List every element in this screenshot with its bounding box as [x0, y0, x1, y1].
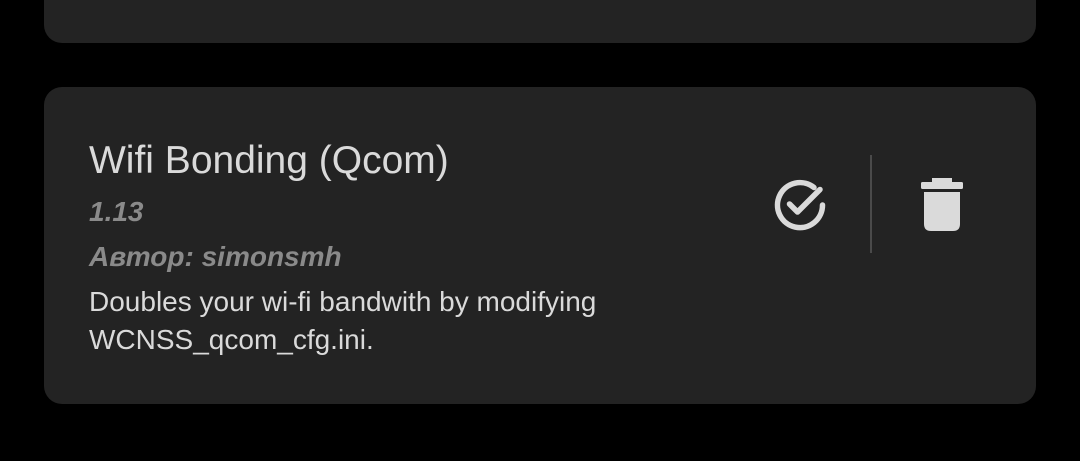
module-description-line: Doubles your wi-fi bandwith by modifying [89, 286, 597, 317]
trash-icon [921, 178, 963, 231]
module-description: Doubles your wi-fi bandwith by modifying… [89, 283, 729, 359]
check-circle-icon [774, 179, 826, 231]
module-card: Wifi Bonding (Qcom) 1.13 Автор: simonsmh… [44, 87, 1036, 404]
actions-divider [870, 155, 872, 253]
module-author: Автор: simonsmh [89, 241, 342, 272]
remove-module-button[interactable] [910, 173, 974, 237]
module-title: Wifi Bonding (Qcom) [89, 139, 449, 182]
module-version: 1.13 [89, 196, 144, 227]
previous-module-card [44, 0, 1036, 43]
enable-module-button[interactable] [768, 173, 832, 237]
module-description-line: WCNSS_qcom_cfg.ini. [89, 324, 374, 355]
